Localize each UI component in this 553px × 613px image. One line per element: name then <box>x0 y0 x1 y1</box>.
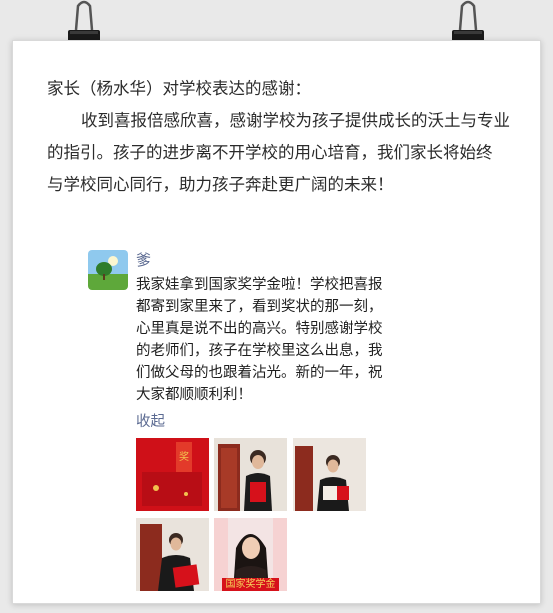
avatar[interactable] <box>88 250 128 290</box>
photo-student-with-certificate-1[interactable] <box>214 438 287 511</box>
photo-banner-text: 国家奖学金 <box>225 579 276 590</box>
photo-student-reading-certificate[interactable] <box>293 438 366 511</box>
svg-text:奖: 奖 <box>179 450 189 463</box>
post-text-line: 大家都顺顺利利！ <box>136 387 252 403</box>
post-nickname[interactable]: 爹 <box>136 250 396 270</box>
post-body: 爹 我家娃拿到国家奖学金啦！学校把喜报 都寄到家里来了，看到奖状的那一刻， 心里… <box>136 250 396 432</box>
photo-student-with-certificate-2[interactable] <box>136 518 209 591</box>
photo-grid: 奖 国家奖学金 <box>136 438 376 598</box>
post-text-line: 我家娃拿到国家奖学金啦！学校把喜报 <box>136 277 383 293</box>
letter-line-2: 的指引。孩子的进步离不开学校的用心培育，我们家长将始终 <box>47 143 493 162</box>
letter-line-3: 与学校同心同行，助力孩子奔赴更广阔的未来！ <box>47 175 394 194</box>
photo-student-girl-banner[interactable]: 国家奖学金 <box>214 518 287 591</box>
tree-trunk <box>103 274 105 280</box>
collapse-link[interactable]: 收起 <box>136 412 396 432</box>
photo-certificate-red[interactable]: 奖 <box>136 438 209 511</box>
post-text-line: 心里真是说不出的高兴。特别感谢学校 <box>136 321 383 337</box>
post-text-line: 都寄到家里来了，看到奖状的那一刻， <box>136 299 383 315</box>
post-text-line: 们做父母的也跟着沾光。新的一年，祝 <box>136 365 383 381</box>
letter-heading: 家长（杨水华）对学校表达的感谢： <box>47 79 311 98</box>
thanks-letter: 家长（杨水华）对学校表达的感谢： 收到喜报倍感欣喜，感谢学校为孩子提供成长的沃土… <box>47 73 537 201</box>
letter-line-1: 收到喜报倍感欣喜，感谢学校为孩子提供成长的沃土与专业 <box>81 111 510 130</box>
post-text-line: 的老师们，孩子在学校里这么出息，我 <box>136 343 383 359</box>
post-text: 我家娃拿到国家奖学金啦！学校把喜报 都寄到家里来了，看到奖状的那一刻， 心里真是… <box>136 274 396 406</box>
